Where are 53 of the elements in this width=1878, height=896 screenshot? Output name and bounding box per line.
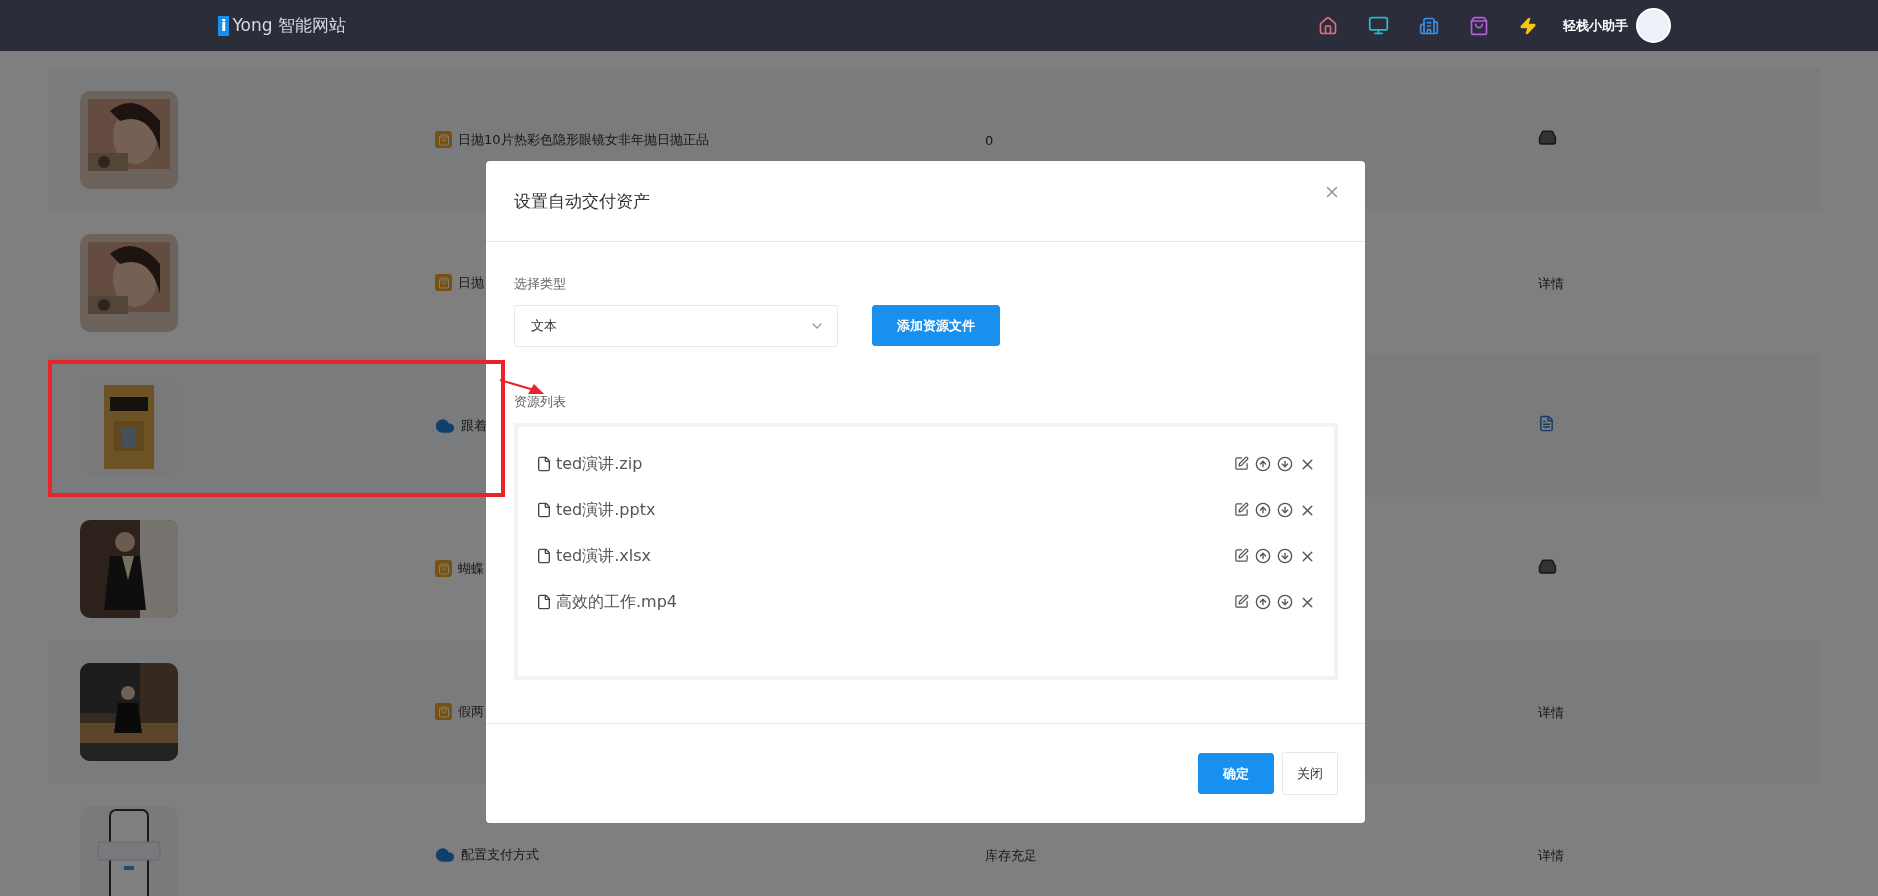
- file-name[interactable]: ted演讲.zip: [556, 453, 643, 475]
- type-select[interactable]: 文本: [514, 305, 838, 347]
- list-label: 资源列表: [514, 393, 567, 411]
- file-name[interactable]: ted演讲.pptx: [556, 499, 656, 521]
- file-icon: [536, 548, 552, 564]
- bag-icon: [435, 274, 452, 291]
- home-icon[interactable]: [1318, 15, 1338, 36]
- bag-icon: [435, 560, 452, 577]
- bag-icon: [435, 703, 452, 720]
- stock-text: 0: [985, 133, 994, 148]
- product-name: 配置支付方式: [461, 845, 539, 864]
- close-button[interactable]: 关闭: [1282, 752, 1338, 795]
- stock-text: 库存充足: [985, 847, 1037, 863]
- product-name: 日抛10片热彩色隐形眼镜女非年抛日抛正品: [458, 130, 709, 149]
- move-down-icon[interactable]: [1277, 593, 1293, 611]
- inbox-icon[interactable]: [1538, 128, 1557, 147]
- move-up-icon[interactable]: [1255, 501, 1271, 519]
- move-up-icon[interactable]: [1255, 593, 1271, 611]
- inbox-icon[interactable]: [1538, 557, 1557, 576]
- logo-text: Yong 智能网站: [232, 14, 346, 37]
- lightning-icon[interactable]: [1519, 16, 1537, 35]
- logo-mark: i: [218, 15, 230, 36]
- bag-icon[interactable]: [1469, 15, 1489, 36]
- user-name[interactable]: 轻栈小助手: [1563, 16, 1628, 35]
- document-icon[interactable]: [1538, 415, 1555, 432]
- annotation-arrow: [499, 379, 544, 394]
- move-down-icon[interactable]: [1277, 501, 1293, 519]
- details-link[interactable]: 详情: [1538, 847, 1564, 863]
- move-up-icon[interactable]: [1255, 455, 1271, 473]
- product-name: 跟着: [461, 416, 487, 435]
- move-up-icon[interactable]: [1255, 547, 1271, 565]
- file-name[interactable]: 高效的工作.mp4: [556, 591, 677, 613]
- details-link[interactable]: 详情: [1538, 704, 1564, 720]
- edit-icon[interactable]: [1234, 593, 1249, 611]
- details-link[interactable]: 详情: [1538, 275, 1564, 291]
- dialog-title: 设置自动交付资产: [514, 189, 650, 213]
- bag-icon: [435, 131, 452, 148]
- product-name: 假两: [458, 702, 484, 721]
- file-name[interactable]: ted演讲.xlsx: [556, 545, 652, 567]
- move-down-icon[interactable]: [1277, 455, 1293, 473]
- move-down-icon[interactable]: [1277, 547, 1293, 565]
- edit-icon[interactable]: [1234, 455, 1249, 473]
- product-name: 日抛: [458, 273, 484, 292]
- file-icon: [536, 456, 552, 472]
- file-icon: [536, 594, 552, 610]
- product-name: 蝴蝶: [458, 559, 484, 578]
- monitor-icon[interactable]: [1368, 15, 1389, 36]
- building-icon[interactable]: [1419, 15, 1439, 36]
- file-icon: [536, 502, 552, 518]
- edit-icon[interactable]: [1234, 501, 1249, 519]
- edit-icon[interactable]: [1234, 547, 1249, 565]
- avatar[interactable]: [1636, 8, 1671, 43]
- type-label: 选择类型: [514, 275, 567, 293]
